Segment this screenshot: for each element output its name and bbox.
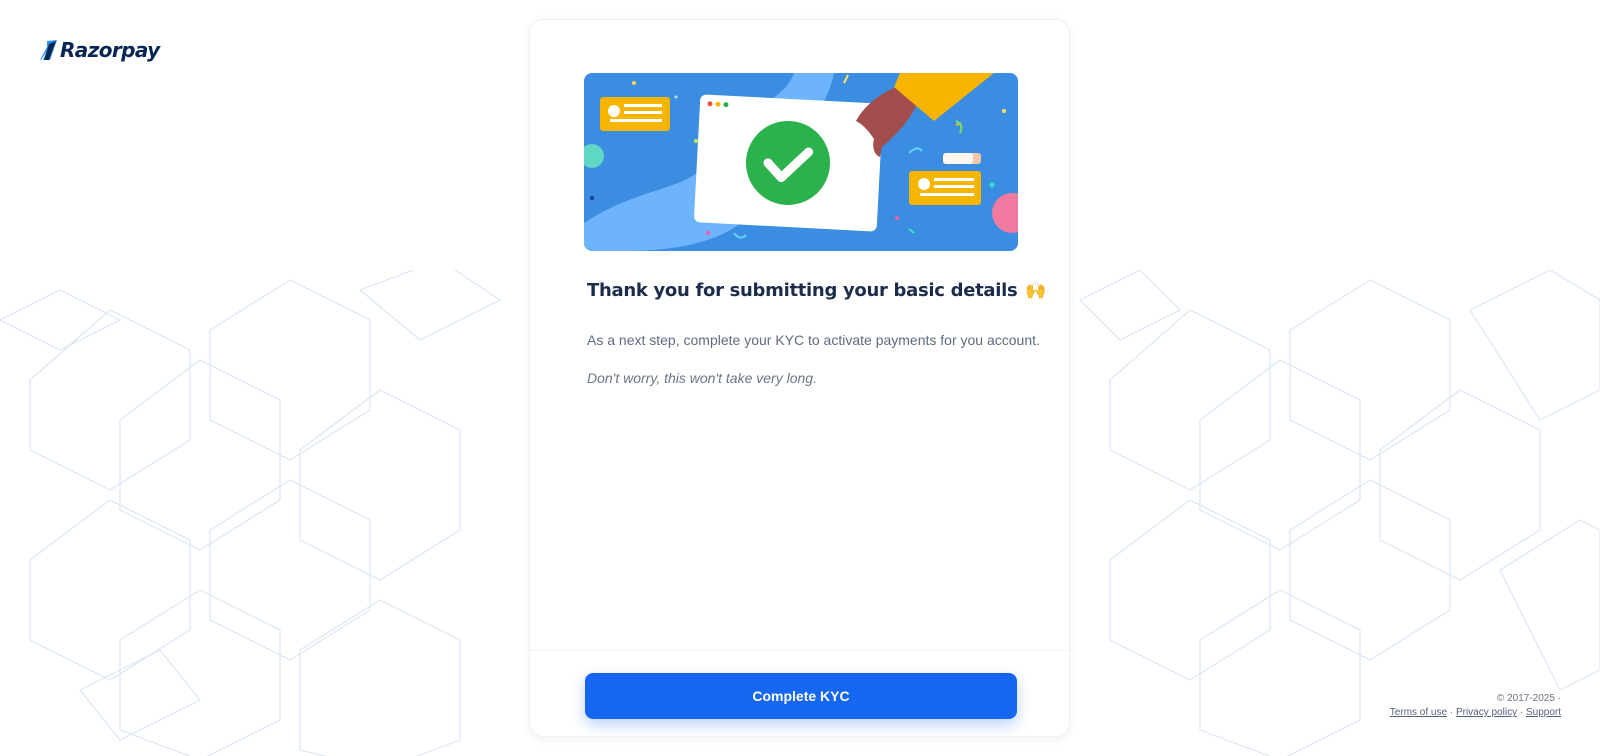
legal-links: Terms of use · Privacy policy · Support bbox=[1390, 706, 1561, 720]
razorpay-mark-icon bbox=[40, 40, 57, 60]
link-separator: · bbox=[1517, 707, 1526, 718]
legal-footer: © 2017-2025 · Terms of use · Privacy pol… bbox=[1390, 692, 1561, 720]
reassurance-note: Don't worry, this won't take very long. bbox=[587, 370, 817, 386]
terms-of-use-link[interactable]: Terms of use bbox=[1390, 707, 1447, 718]
celebration-icon: 🙌 bbox=[1025, 280, 1047, 301]
copyright-text: © 2017-2025 · bbox=[1496, 693, 1561, 704]
support-link[interactable]: Support bbox=[1526, 707, 1561, 718]
brand-name: Razorpay bbox=[60, 38, 160, 62]
razorpay-logo[interactable]: Razorpay bbox=[40, 38, 160, 62]
next-step-text: As a next step, complete your KYC to act… bbox=[587, 332, 1040, 348]
link-separator: · bbox=[1447, 707, 1456, 718]
kyc-card: Thank you for submitting your basic deta… bbox=[529, 19, 1070, 737]
title-text: Thank you for submitting your basic deta… bbox=[587, 280, 1018, 301]
complete-kyc-button[interactable]: Complete KYC bbox=[585, 673, 1017, 719]
privacy-policy-link[interactable]: Privacy policy bbox=[1456, 707, 1517, 718]
card-divider bbox=[530, 650, 1069, 651]
success-illustration bbox=[584, 73, 1018, 251]
page-title: Thank you for submitting your basic deta… bbox=[587, 280, 1047, 301]
